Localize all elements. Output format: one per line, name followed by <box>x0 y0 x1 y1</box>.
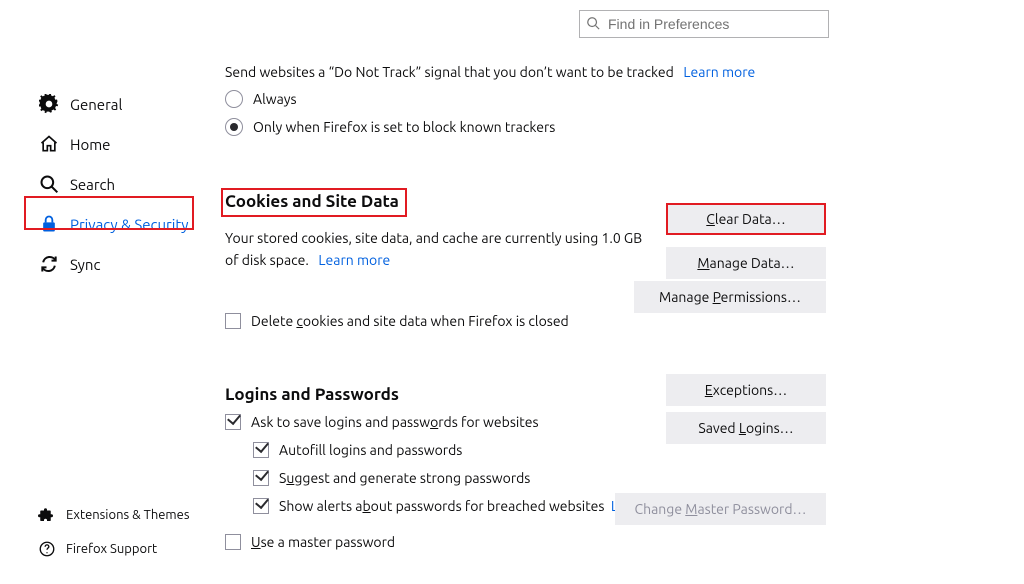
preferences-search[interactable] <box>579 10 829 38</box>
sync-icon <box>38 253 60 275</box>
preferences-sidebar: General Home Search Privacy & Security S… <box>30 84 210 284</box>
sidebar-item-label: Sync <box>70 256 100 273</box>
radio-icon <box>225 118 243 136</box>
manage-data-button[interactable]: Manage Data… <box>666 247 826 279</box>
sidebar-item-privacy-security[interactable]: Privacy & Security <box>30 204 210 244</box>
lock-icon <box>38 213 60 235</box>
autofill-logins-checkbox[interactable]: Autofill logins and passwords <box>253 442 815 458</box>
checkbox-icon <box>253 498 269 514</box>
manage-permissions-button[interactable]: Manage Permissions… <box>634 281 826 313</box>
firefox-support-link[interactable]: Firefox Support <box>30 532 230 566</box>
dnt-option-firefox-blocking[interactable]: Only when Firefox is set to block known … <box>225 118 815 136</box>
radio-icon <box>225 90 243 108</box>
suggest-strong-passwords-checkbox[interactable]: Suggest and generate strong passwords <box>253 470 815 486</box>
exceptions-button[interactable]: Exceptions… <box>666 374 826 406</box>
cookies-learn-more-link[interactable]: Learn more <box>318 252 390 268</box>
sidebar-item-label: Home <box>70 136 110 153</box>
search-input[interactable] <box>606 15 822 33</box>
checkbox-icon <box>225 414 241 430</box>
saved-logins-button[interactable]: Saved Logins… <box>666 412 826 444</box>
delete-cookies-on-close-checkbox[interactable]: Delete cookies and site data when Firefo… <box>225 313 815 329</box>
extensions-themes-link[interactable]: Extensions & Themes <box>30 498 230 532</box>
use-master-password-checkbox[interactable]: Use a master password <box>225 534 815 550</box>
checkbox-icon <box>225 313 241 329</box>
home-icon <box>38 133 60 155</box>
checkbox-label: Autofill logins and passwords <box>279 442 462 458</box>
checkbox-label: Show alerts about passwords for breached… <box>279 498 605 514</box>
dnt-learn-more-link[interactable]: Learn more <box>683 64 755 80</box>
radio-label: Always <box>253 91 297 107</box>
gear-icon <box>38 93 60 115</box>
sidebar-item-search[interactable]: Search <box>30 164 210 204</box>
preferences-bottom-links: Extensions & Themes Firefox Support <box>30 498 230 566</box>
checkbox-icon <box>253 470 269 486</box>
checkbox-label: Suggest and generate strong passwords <box>279 470 530 486</box>
puzzle-icon <box>38 506 56 524</box>
sidebar-item-label: Privacy & Security <box>70 216 189 233</box>
search-icon <box>586 16 606 33</box>
checkbox-label: Use a master password <box>251 534 395 550</box>
highlight-cookies-heading: Cookies and Site Data <box>221 188 407 217</box>
search-icon <box>38 173 60 195</box>
dnt-option-always[interactable]: Always <box>225 90 815 108</box>
checkbox-icon <box>225 534 241 550</box>
checkbox-label: Ask to save logins and passwords for web… <box>251 414 539 430</box>
checkbox-label: Delete cookies and site data when Firefo… <box>251 313 569 329</box>
change-master-password-button: Change Master Password… <box>615 493 826 525</box>
dnt-description: Send websites a “Do Not Track” signal th… <box>225 64 674 80</box>
sidebar-item-label: General <box>70 96 122 113</box>
cookies-description: Your stored cookies, site data, and cach… <box>225 227 655 271</box>
firefox-support-label: Firefox Support <box>66 542 157 556</box>
sidebar-item-general[interactable]: General <box>30 84 210 124</box>
sidebar-item-sync[interactable]: Sync <box>30 244 210 284</box>
extensions-themes-label: Extensions & Themes <box>66 508 189 522</box>
sidebar-item-home[interactable]: Home <box>30 124 210 164</box>
radio-label: Only when Firefox is set to block known … <box>253 119 555 135</box>
sidebar-item-label: Search <box>70 176 115 193</box>
checkbox-icon <box>253 442 269 458</box>
help-icon <box>38 540 56 558</box>
clear-data-button[interactable]: Clear Data… <box>666 203 826 235</box>
